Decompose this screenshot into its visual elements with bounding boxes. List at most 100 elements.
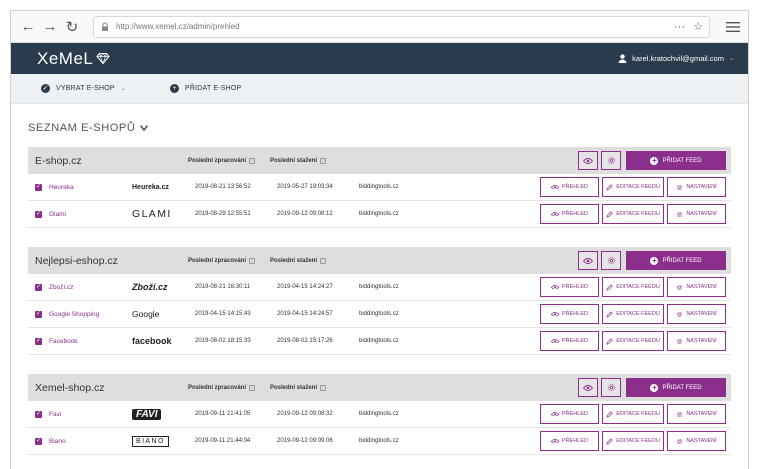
overview-button[interactable]: PŘEHLED <box>540 404 599 424</box>
overview-button[interactable]: PŘEHLED <box>540 304 599 324</box>
overview-button[interactable]: PŘEHLED <box>540 277 599 297</box>
feed-checkbox[interactable]: ✓ <box>35 410 42 418</box>
feed-name-link[interactable]: Google Shopping <box>49 311 132 318</box>
shop-name: Xemel-shop.cz <box>35 381 105 394</box>
eye-icon <box>551 411 559 417</box>
logo-text: XeMeL <box>37 48 94 68</box>
settings-label: NASTAVENÍ <box>686 338 717 344</box>
edit-feed-label: EDITACE FEEDU <box>616 311 660 317</box>
feed-checkbox[interactable]: ✓ <box>35 337 42 345</box>
info-icon[interactable]: i <box>249 384 256 391</box>
feed-checkbox[interactable]: ✓ <box>35 183 42 191</box>
edit-feed-button[interactable]: EDITACE FEEDU <box>602 204 664 224</box>
feed-checkbox[interactable]: ✓ <box>35 283 42 291</box>
app-logo[interactable]: XeMeL <box>37 48 111 69</box>
feed-name-link[interactable]: Zboží.cz <box>49 284 132 291</box>
page-actions-icon[interactable]: ··· <box>674 21 685 33</box>
feed-logo: GLAMI <box>132 206 195 222</box>
settings-button[interactable]: NASTAVENÍ <box>667 304 726 324</box>
gear-icon <box>677 338 683 344</box>
settings-button[interactable]: NASTAVENÍ <box>667 204 726 224</box>
overview-button[interactable]: PŘEHLED <box>540 431 599 451</box>
eye-icon <box>583 384 593 391</box>
add-eshop-button[interactable]: + PŘIDAT E-SHOP <box>169 84 241 93</box>
shop-settings-button[interactable] <box>601 378 621 397</box>
browser-window: ← → ↻ http://www.xemel.cz/admin/prehled … <box>10 10 749 469</box>
feed-row: ✓ Glami GLAMI 2019-08-29 12:55:51 2019-0… <box>28 201 731 228</box>
feed-name-link[interactable]: Biano <box>49 438 132 445</box>
overview-label: PŘEHLED <box>562 438 588 444</box>
shop-settings-button[interactable] <box>601 151 621 170</box>
edit-feed-button[interactable]: EDITACE FEEDU <box>602 331 664 351</box>
shop-preview-button[interactable] <box>578 378 598 397</box>
back-arrow-icon[interactable]: ← <box>19 18 37 36</box>
shop-settings-button[interactable] <box>601 251 621 270</box>
feed-logo: Heureka.cz <box>132 179 195 195</box>
page-title[interactable]: SEZNAM E-SHOPŮ <box>28 122 731 134</box>
gear-icon <box>677 284 683 290</box>
feed-name-link[interactable]: Favi <box>49 411 132 418</box>
feed-name-link[interactable]: Facebook <box>49 338 132 345</box>
add-feed-button[interactable]: + PŘIDAT FEED <box>626 251 726 270</box>
plus-circle-icon: + <box>650 255 659 265</box>
feed-logo-text: GLAMI <box>132 208 172 220</box>
user-menu[interactable]: karel.kratochvil@gmail.com ⌄ <box>618 54 734 63</box>
plus-circle-icon: + <box>650 382 659 392</box>
shop-header: E-shop.cz Poslední zpracování i Poslední … <box>28 147 731 174</box>
check-circle-icon: ✓ <box>41 84 50 93</box>
column-header-processed: Poslední zpracování i <box>188 157 270 164</box>
chevron-down-icon: ⌄ <box>120 86 126 92</box>
bookmark-star-icon[interactable]: ☆ <box>693 20 703 33</box>
settings-button[interactable]: NASTAVENÍ <box>667 404 726 424</box>
settings-button[interactable]: NASTAVENÍ <box>667 177 726 197</box>
feed-source: biddingtools.cz <box>359 438 399 444</box>
settings-button[interactable]: NASTAVENÍ <box>667 277 726 297</box>
browser-toolbar: ← → ↻ http://www.xemel.cz/admin/prehled … <box>11 11 748 43</box>
info-icon[interactable]: i <box>320 384 327 391</box>
feed-row: ✓ Heureka Heureka.cz 2019-08-21 13:56:52… <box>28 174 731 201</box>
column-header-downloaded: Poslední stažení i <box>270 384 327 391</box>
feed-name-link[interactable]: Glami <box>49 211 132 218</box>
add-feed-button[interactable]: + PŘIDAT FEED <box>626 151 726 170</box>
overview-button[interactable]: PŘEHLED <box>540 331 599 351</box>
pencil-icon <box>606 437 613 445</box>
add-feed-button[interactable]: + PŘIDAT FEED <box>626 378 726 397</box>
edit-feed-button[interactable]: EDITACE FEEDU <box>602 431 664 451</box>
address-bar[interactable]: http://www.xemel.cz/admin/prehled ··· ☆ <box>93 15 710 38</box>
feed-logo: FAVI <box>132 406 195 422</box>
column-header-downloaded: Poslední stažení i <box>270 157 327 164</box>
add-feed-label: PŘIDAT FEED <box>662 257 702 264</box>
settings-button[interactable]: NASTAVENÍ <box>667 331 726 351</box>
feed-checkbox[interactable]: ✓ <box>35 310 42 318</box>
settings-button[interactable]: NASTAVENÍ <box>667 431 726 451</box>
reload-icon[interactable]: ↻ <box>63 18 81 36</box>
feed-name-link[interactable]: Heureka <box>49 184 132 191</box>
edit-feed-button[interactable]: EDITACE FEEDU <box>602 277 664 297</box>
forward-arrow-icon[interactable]: → <box>41 18 59 36</box>
feed-source: biddingtools.cz <box>359 284 399 290</box>
feed-checkbox[interactable]: ✓ <box>35 210 42 218</box>
edit-feed-label: EDITACE FEEDU <box>616 411 660 417</box>
gear-icon <box>677 438 683 444</box>
overview-label: PŘEHLED <box>562 211 588 217</box>
info-icon[interactable]: i <box>320 157 327 164</box>
shop-preview-button[interactable] <box>578 151 598 170</box>
feed-logo-text: facebook <box>132 336 172 346</box>
feed-actions: PŘEHLED EDITACE FEEDU NASTAVENÍ <box>540 277 726 297</box>
info-icon[interactable]: i <box>249 157 256 164</box>
edit-feed-button[interactable]: EDITACE FEEDU <box>602 304 664 324</box>
shop-preview-button[interactable] <box>578 251 598 270</box>
app-header: XeMeL karel.kratochvil@gmail.com ⌄ <box>11 43 748 74</box>
select-eshop-dropdown[interactable]: ✓ VYBRAT E-SHOP ⌄ <box>41 84 126 93</box>
feed-checkbox[interactable]: ✓ <box>35 437 42 445</box>
edit-feed-button[interactable]: EDITACE FEEDU <box>602 404 664 424</box>
info-icon[interactable]: i <box>320 257 327 264</box>
diamond-icon <box>96 53 111 64</box>
gear-icon <box>677 184 683 190</box>
edit-feed-label: EDITACE FEEDU <box>616 438 660 444</box>
info-icon[interactable]: i <box>249 257 256 264</box>
overview-button[interactable]: PŘEHLED <box>540 204 599 224</box>
hamburger-menu-icon[interactable] <box>726 21 740 33</box>
edit-feed-button[interactable]: EDITACE FEEDU <box>602 177 664 197</box>
overview-button[interactable]: PŘEHLED <box>540 177 599 197</box>
